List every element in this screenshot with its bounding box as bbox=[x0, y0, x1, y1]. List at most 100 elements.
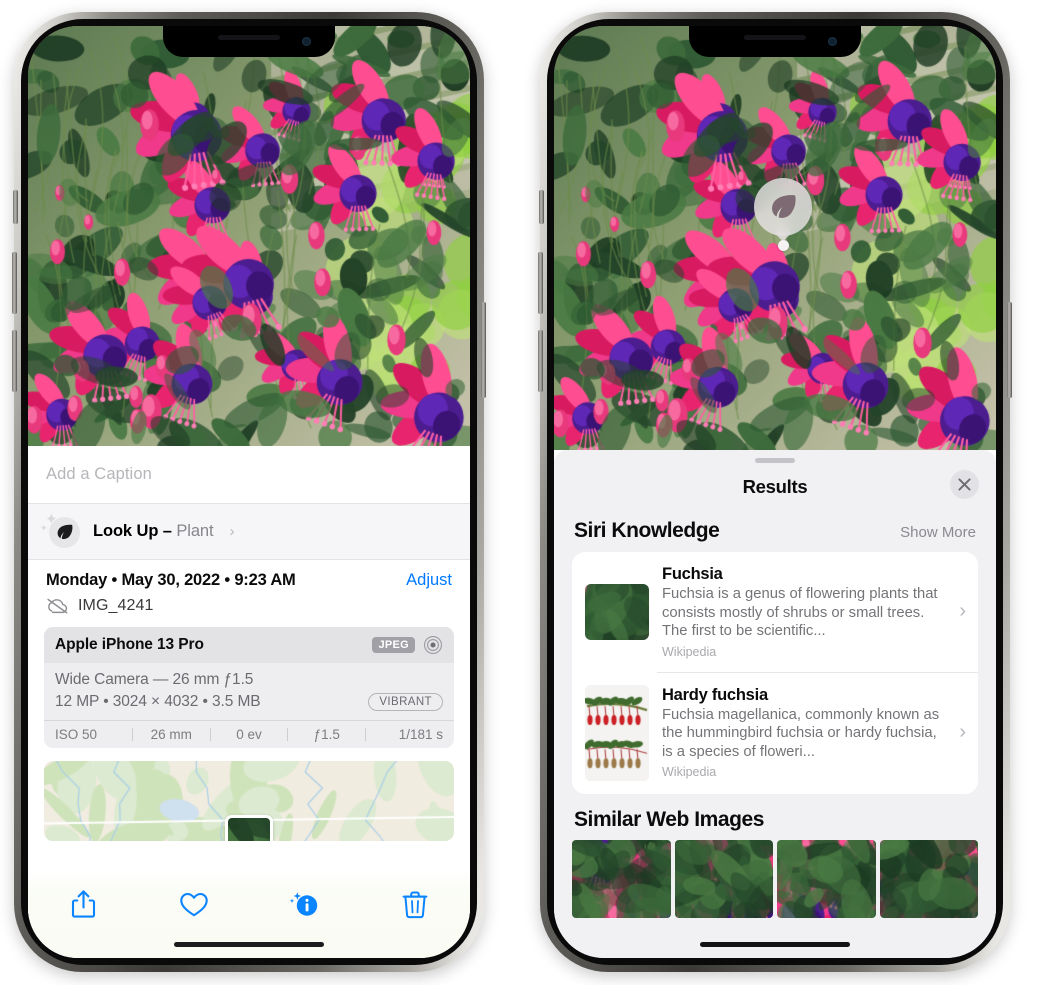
volume-up-button[interactable] bbox=[12, 252, 17, 314]
result-description: Fuchsia is a genus of flowering plants t… bbox=[662, 586, 938, 639]
share-button[interactable] bbox=[56, 884, 110, 924]
right-screen: Results Siri Knowledge Show More Fuchsia… bbox=[554, 26, 996, 958]
adjust-button[interactable]: Adjust bbox=[406, 571, 452, 590]
results-header: Results bbox=[554, 463, 996, 511]
leaf-icon bbox=[772, 194, 796, 218]
list-item[interactable]: Hardy fuchsia Fuchsia magellanica, commo… bbox=[572, 671, 978, 794]
photo-filename: IMG_4241 bbox=[78, 597, 154, 614]
caption-placeholder: Add a Caption bbox=[46, 465, 152, 483]
info-sparkle-icon bbox=[290, 892, 318, 916]
exif-stats-row: ISO 50 26 mm 0 ev ƒ1.5 1/181 s bbox=[44, 720, 454, 748]
map-photo-thumbnail bbox=[225, 815, 273, 841]
lens-info: Wide Camera — 26 mm ƒ1.5 bbox=[55, 671, 254, 688]
result-source: Wikipedia bbox=[662, 644, 717, 659]
notch bbox=[689, 26, 861, 57]
result-text: Hardy fuchsia Fuchsia magellanica, commo… bbox=[662, 686, 944, 780]
left-phone: Add a Caption ✦ ✦ Look Up – Plant › Mond… bbox=[12, 12, 486, 972]
photo-viewer[interactable] bbox=[28, 26, 470, 446]
power-button[interactable] bbox=[481, 302, 486, 398]
left-screen: Add a Caption ✦ ✦ Look Up – Plant › Mond… bbox=[28, 26, 470, 958]
similar-image-tile[interactable] bbox=[777, 839, 876, 918]
mute-switch[interactable] bbox=[13, 190, 18, 224]
screenshot-stage: Add a Caption ✦ ✦ Look Up – Plant › Mond… bbox=[0, 0, 1055, 985]
exif-body: Wide Camera — 26 mm ƒ1.5 12 MP • 3024 × … bbox=[44, 663, 454, 720]
filename-row: IMG_4241 bbox=[46, 597, 452, 615]
delete-button[interactable] bbox=[388, 884, 442, 924]
home-indicator[interactable] bbox=[174, 942, 324, 947]
location-map[interactable] bbox=[44, 761, 454, 841]
look-up-row[interactable]: ✦ ✦ Look Up – Plant › bbox=[28, 503, 470, 559]
leaf-badge: ✦ ✦ bbox=[40, 512, 80, 549]
result-text: Fuchsia Fuchsia is a genus of flowering … bbox=[662, 565, 944, 659]
exif-card[interactable]: Apple iPhone 13 Pro JPEG Wide Camera — 2… bbox=[44, 627, 454, 748]
close-icon bbox=[958, 478, 971, 491]
look-up-label: Look Up – Plant bbox=[93, 522, 214, 541]
similar-web-images-strip[interactable] bbox=[554, 839, 996, 918]
earpiece-speaker bbox=[218, 35, 280, 40]
size-info-row: 12 MP • 3024 × 4032 • 3.5 MB VIBRANT bbox=[55, 693, 443, 711]
pin-dot bbox=[777, 240, 789, 251]
camera-device-name: Apple iPhone 13 Pro bbox=[55, 636, 204, 653]
list-item[interactable]: Fuchsia Fuchsia is a genus of flowering … bbox=[572, 552, 978, 672]
photographic-style-badge: VIBRANT bbox=[368, 693, 443, 711]
exif-header: Apple iPhone 13 Pro JPEG bbox=[44, 627, 454, 663]
exif-aperture: ƒ1.5 bbox=[313, 727, 340, 742]
similar-image-tile[interactable] bbox=[674, 839, 773, 918]
info-button[interactable] bbox=[277, 884, 331, 924]
icloud-slash-icon bbox=[47, 598, 68, 614]
trash-icon bbox=[402, 891, 428, 918]
caption-field-row[interactable]: Add a Caption bbox=[28, 446, 470, 503]
volume-down-button[interactable] bbox=[12, 330, 17, 392]
chevron-right-icon: › bbox=[959, 721, 966, 743]
volume-down-button[interactable] bbox=[538, 330, 543, 392]
volume-up-button[interactable] bbox=[538, 252, 543, 314]
notch bbox=[163, 26, 335, 57]
exif-iso: ISO 50 bbox=[55, 727, 98, 742]
exif-header-badges: JPEG bbox=[372, 635, 443, 655]
result-thumbnail bbox=[585, 684, 649, 781]
home-indicator[interactable] bbox=[700, 942, 850, 947]
front-camera-icon bbox=[828, 37, 837, 46]
pin-bubble bbox=[754, 178, 812, 236]
similar-web-images-header: Similar Web Images bbox=[554, 794, 996, 840]
exif-focal: 26 mm bbox=[150, 727, 192, 742]
format-badge: JPEG bbox=[372, 637, 415, 653]
result-description: Fuchsia magellanica, commonly known as t… bbox=[662, 706, 940, 760]
favorite-button[interactable] bbox=[167, 884, 221, 924]
exif-ev: 0 ev bbox=[236, 727, 262, 742]
similar-image-tile[interactable] bbox=[572, 839, 671, 918]
result-source: Wikipedia bbox=[662, 765, 717, 780]
photo-date: Monday • May 30, 2022 • 9:23 AM bbox=[46, 571, 296, 589]
leaf-icon bbox=[57, 524, 73, 539]
chevron-right-icon: › bbox=[229, 523, 235, 540]
mute-switch[interactable] bbox=[539, 190, 544, 224]
front-camera-icon bbox=[302, 37, 311, 46]
exif-shutter: 1/181 s bbox=[398, 727, 443, 742]
result-title: Fuchsia bbox=[662, 565, 723, 583]
photo-metadata-block: Monday • May 30, 2022 • 9:23 AM Adjust I… bbox=[28, 559, 470, 615]
similar-image-tile[interactable] bbox=[879, 839, 978, 918]
share-icon bbox=[71, 890, 95, 918]
visual-look-up-pin[interactable] bbox=[754, 178, 812, 252]
results-sheet: Results Siri Knowledge Show More Fuchsia… bbox=[554, 450, 996, 958]
siri-knowledge-header: Siri Knowledge Show More bbox=[554, 511, 996, 552]
result-thumbnail bbox=[585, 583, 649, 640]
sheet-title: Results bbox=[742, 476, 808, 497]
power-button[interactable] bbox=[1007, 302, 1012, 398]
chevron-right-icon: › bbox=[959, 600, 966, 623]
look-up-title: Look Up bbox=[93, 522, 159, 540]
heart-icon bbox=[180, 892, 208, 916]
similar-web-images-title: Similar Web Images bbox=[574, 807, 764, 831]
date-row: Monday • May 30, 2022 • 9:23 AM Adjust bbox=[46, 571, 452, 590]
look-up-subject: Plant bbox=[176, 522, 214, 540]
sparkle-icon-small: ✦ bbox=[40, 522, 48, 533]
earpiece-speaker bbox=[744, 35, 806, 40]
knowledge-card-list: Fuchsia Fuchsia is a genus of flowering … bbox=[572, 552, 978, 794]
siri-knowledge-title: Siri Knowledge bbox=[574, 519, 720, 542]
show-more-button[interactable]: Show More bbox=[900, 524, 976, 541]
look-up-dash: – bbox=[158, 522, 177, 540]
right-phone: Results Siri Knowledge Show More Fuchsia… bbox=[538, 12, 1012, 972]
close-button[interactable] bbox=[950, 470, 979, 499]
raw-badge-icon bbox=[423, 635, 443, 655]
result-title: Hardy fuchsia bbox=[662, 685, 768, 704]
